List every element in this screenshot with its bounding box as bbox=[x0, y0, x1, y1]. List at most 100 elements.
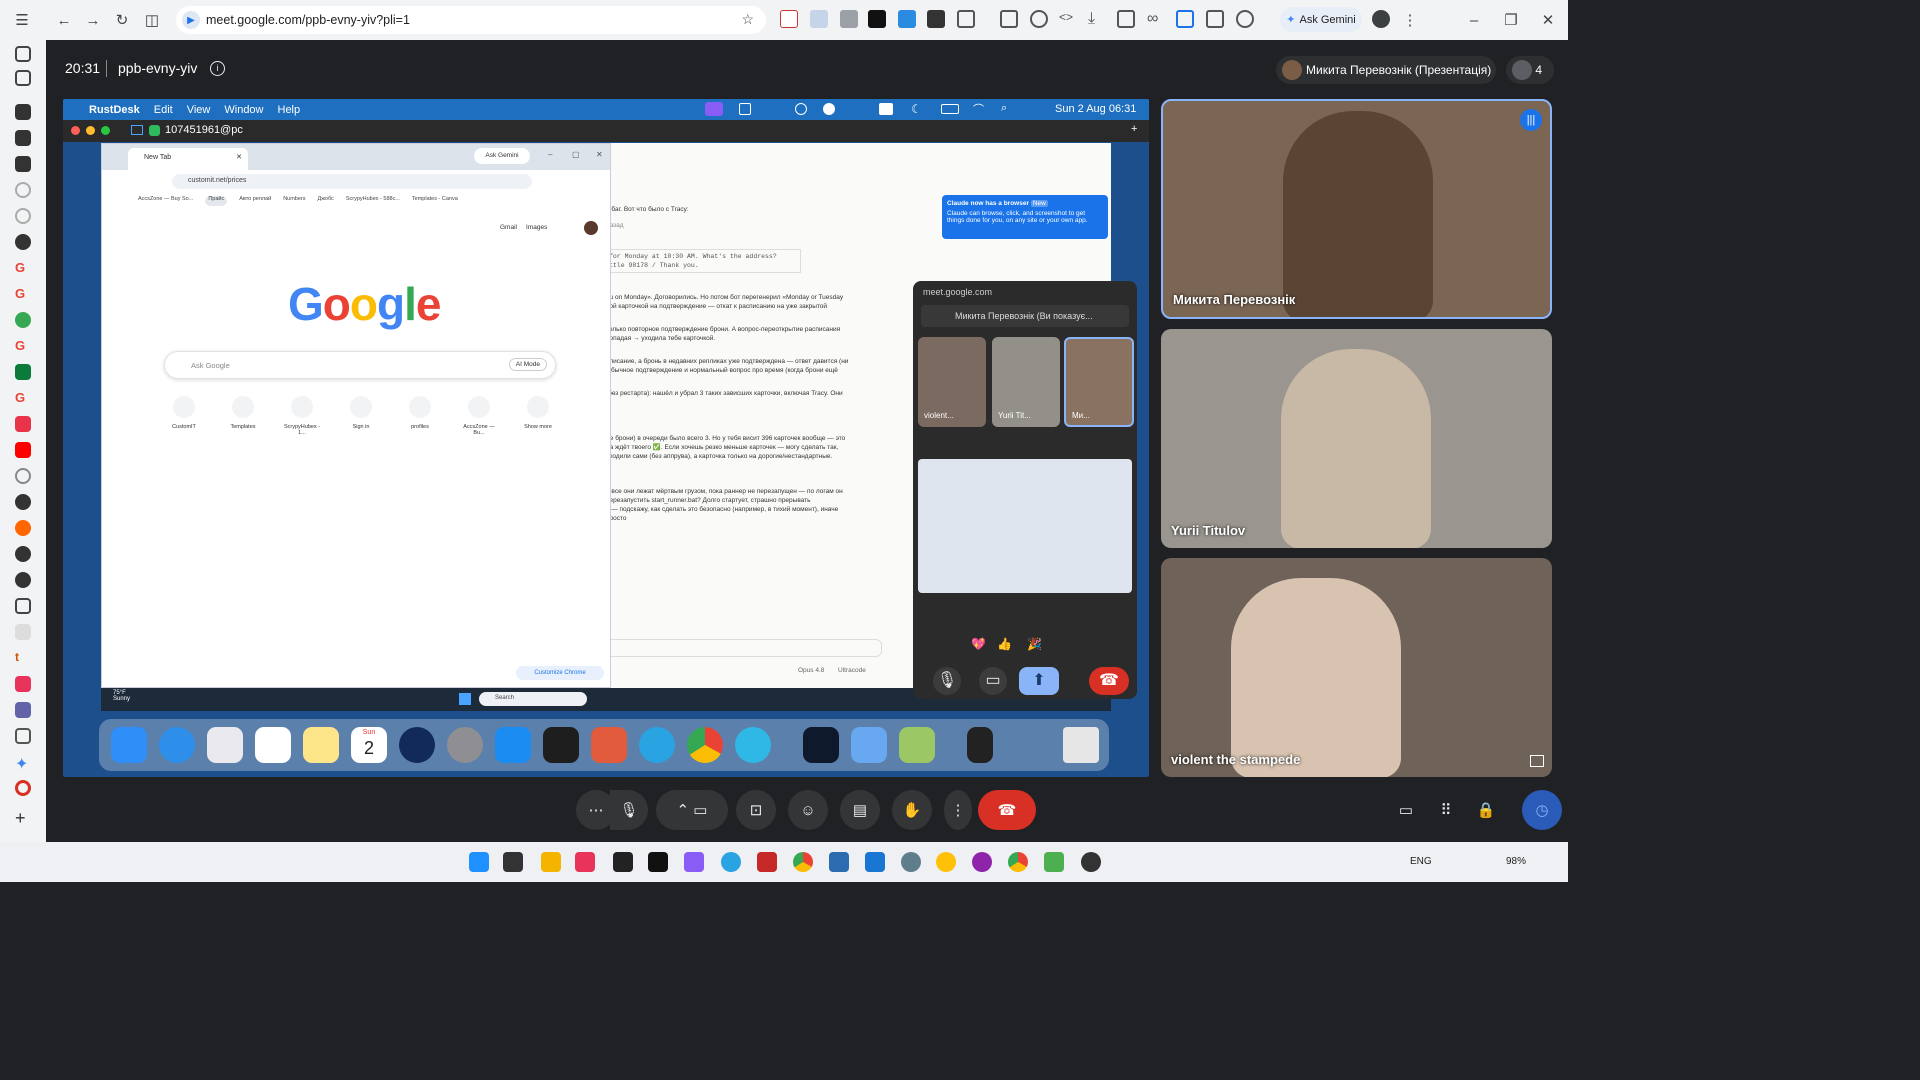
claude-browser-popup[interactable]: Claude now has a browser New Claude can … bbox=[942, 195, 1108, 239]
task-view-icon[interactable] bbox=[503, 852, 523, 872]
sidebar-app-icon[interactable] bbox=[15, 728, 31, 744]
bookmark[interactable]: Templates - Canva bbox=[412, 196, 458, 206]
shortcut[interactable]: profiles bbox=[400, 396, 440, 430]
finder-icon[interactable] bbox=[111, 727, 147, 763]
emoji-button[interactable]: ☺ bbox=[788, 790, 828, 830]
participant-tile[interactable]: ||| Микита Перевознік bbox=[1161, 99, 1552, 319]
safari-icon[interactable] bbox=[159, 727, 195, 763]
minimize-button[interactable]: – bbox=[1460, 6, 1488, 34]
reaction-heart-icon[interactable]: 💖 bbox=[971, 637, 986, 651]
sidebar-app-icon[interactable] bbox=[15, 364, 31, 380]
weather[interactable]: 75°F Sunny bbox=[113, 690, 130, 702]
youtube-icon[interactable] bbox=[15, 442, 31, 458]
sidebar-app-icon[interactable] bbox=[15, 156, 31, 172]
remote-maximize[interactable]: ▢ bbox=[572, 150, 580, 159]
app-taskbar-icon[interactable] bbox=[936, 852, 956, 872]
bookmark-star-icon[interactable]: ☆ bbox=[741, 11, 754, 28]
shortcut[interactable]: Sign in bbox=[341, 396, 381, 430]
app-taskbar-icon[interactable] bbox=[829, 852, 849, 872]
close-tab-icon[interactable]: ✕ bbox=[236, 153, 242, 161]
more-menu-icon[interactable]: ⋮ bbox=[1396, 6, 1424, 34]
remote-chrome-window[interactable]: New Tab ✕ Ask Gemini – ▢ ✕ customit.net/p… bbox=[101, 143, 611, 688]
cast-icon[interactable] bbox=[810, 10, 828, 28]
bookmark[interactable]: Авто реплай bbox=[239, 196, 271, 206]
reaction-thumb-icon[interactable]: 👍 bbox=[997, 637, 1012, 651]
remote-tab[interactable]: New Tab ✕ bbox=[128, 148, 248, 170]
notes-icon[interactable] bbox=[303, 727, 339, 763]
shortcut[interactable]: CustomIT bbox=[164, 396, 204, 430]
reaction-party-icon[interactable]: 🎉 bbox=[1027, 637, 1042, 651]
timer-icon[interactable]: ◷ bbox=[1522, 790, 1562, 830]
sidebar-app-icon[interactable] bbox=[15, 546, 31, 562]
trash-icon[interactable] bbox=[1063, 727, 1099, 763]
record-icon[interactable] bbox=[15, 780, 31, 796]
images-link[interactable]: Images bbox=[526, 224, 547, 231]
address-bar[interactable]: ▶ meet.google.com/ppb-evny-yiv?pli=1 ☆ bbox=[176, 6, 766, 34]
menu-app-name[interactable]: RustDesk bbox=[89, 104, 140, 116]
pip-thumb[interactable]: Ми... bbox=[1064, 337, 1134, 427]
battery-level[interactable]: 98% bbox=[1506, 856, 1526, 867]
shortcut[interactable]: Show more bbox=[518, 396, 558, 430]
launchpad-icon[interactable] bbox=[207, 727, 243, 763]
back-button[interactable]: ← bbox=[50, 6, 78, 34]
app-taskbar-icon[interactable] bbox=[1081, 852, 1101, 872]
app-taskbar-icon[interactable] bbox=[613, 852, 633, 872]
link-icon[interactable]: ∞ bbox=[1147, 10, 1165, 28]
split-view-icon[interactable]: ◫ bbox=[138, 6, 166, 34]
screen-share[interactable]: RustDesk Edit View Window Help ☾ ⌒ ⌕ Sun… bbox=[63, 99, 1149, 777]
puzzle-icon[interactable] bbox=[957, 10, 975, 28]
history-icon[interactable] bbox=[1236, 10, 1254, 28]
pip-camera-button[interactable]: ▭ bbox=[979, 667, 1007, 695]
audio-extension-icon[interactable] bbox=[927, 10, 945, 28]
chat-mode[interactable]: Ultracode bbox=[838, 667, 866, 674]
download-icon[interactable]: ⤓ bbox=[1088, 10, 1106, 28]
present-button[interactable]: ⊡ bbox=[736, 790, 776, 830]
telegram-taskbar-icon[interactable] bbox=[721, 852, 741, 872]
google-icon[interactable]: G bbox=[15, 260, 31, 276]
claude-icon[interactable] bbox=[591, 727, 627, 763]
loading-icon[interactable] bbox=[15, 208, 31, 224]
app-taskbar-icon[interactable] bbox=[865, 852, 885, 872]
battery-icon[interactable] bbox=[941, 104, 959, 114]
chrome-taskbar-icon[interactable] bbox=[793, 852, 813, 872]
pin-icon[interactable] bbox=[1530, 755, 1544, 767]
status-app-icon[interactable] bbox=[705, 102, 723, 116]
tabs-menu-icon[interactable]: ☰ bbox=[8, 6, 36, 34]
pip-presenter[interactable]: Микита Перевознік (Ви показує... bbox=[921, 305, 1129, 327]
host-controls-icon[interactable]: 🔒 bbox=[1466, 790, 1506, 830]
start-button[interactable] bbox=[469, 852, 489, 872]
sidebar-app-icon[interactable] bbox=[15, 520, 31, 536]
chat-icon[interactable]: ▭ bbox=[1386, 790, 1426, 830]
menu-view[interactable]: View bbox=[187, 104, 211, 116]
pip-end-call-button[interactable]: ☎ bbox=[1089, 667, 1129, 695]
chat-app-icon[interactable] bbox=[735, 727, 771, 763]
status-icon[interactable] bbox=[739, 103, 751, 115]
remote-ask-gemini[interactable]: Ask Gemini bbox=[474, 148, 530, 164]
calendar-icon[interactable]: Sun 2 bbox=[351, 727, 387, 763]
maps-icon[interactable] bbox=[15, 312, 31, 328]
figma-icon[interactable] bbox=[15, 676, 31, 692]
sidebar-app-icon[interactable] bbox=[15, 416, 31, 432]
captions-button[interactable]: ▤ bbox=[840, 790, 880, 830]
presenter-chip[interactable]: Микита Перевознік (Презентація) bbox=[1276, 56, 1496, 84]
mac-minimize-dot[interactable] bbox=[86, 126, 95, 135]
more-options-button[interactable]: ⋮ bbox=[944, 790, 972, 830]
extension-icon[interactable] bbox=[780, 10, 798, 28]
app-icon[interactable] bbox=[851, 727, 887, 763]
app-store-icon[interactable] bbox=[495, 727, 531, 763]
participants-button[interactable]: 4 bbox=[1506, 56, 1554, 84]
remote-desktop[interactable]: Claude now has a browser New Claude can … bbox=[101, 143, 1137, 711]
forward-button[interactable]: → bbox=[79, 6, 107, 34]
download-extension-icon[interactable] bbox=[898, 10, 916, 28]
search-tabs-icon[interactable] bbox=[15, 70, 31, 86]
menu-window[interactable]: Window bbox=[224, 104, 263, 116]
shortcut[interactable]: ScrypyHubex - 1... bbox=[282, 396, 322, 436]
telegram-icon[interactable] bbox=[639, 727, 675, 763]
document-thumb-icon[interactable] bbox=[967, 727, 993, 763]
pip-mic-button[interactable]: 🎙 bbox=[933, 667, 961, 695]
add-sidebar-icon[interactable]: + bbox=[15, 809, 31, 827]
camera-icon[interactable] bbox=[840, 10, 858, 28]
profile-avatar[interactable] bbox=[1372, 10, 1390, 28]
gemini-sidebar-icon[interactable]: ✦ bbox=[15, 754, 31, 773]
bookmark[interactable]: AccsZone — Buy So... bbox=[138, 196, 193, 206]
